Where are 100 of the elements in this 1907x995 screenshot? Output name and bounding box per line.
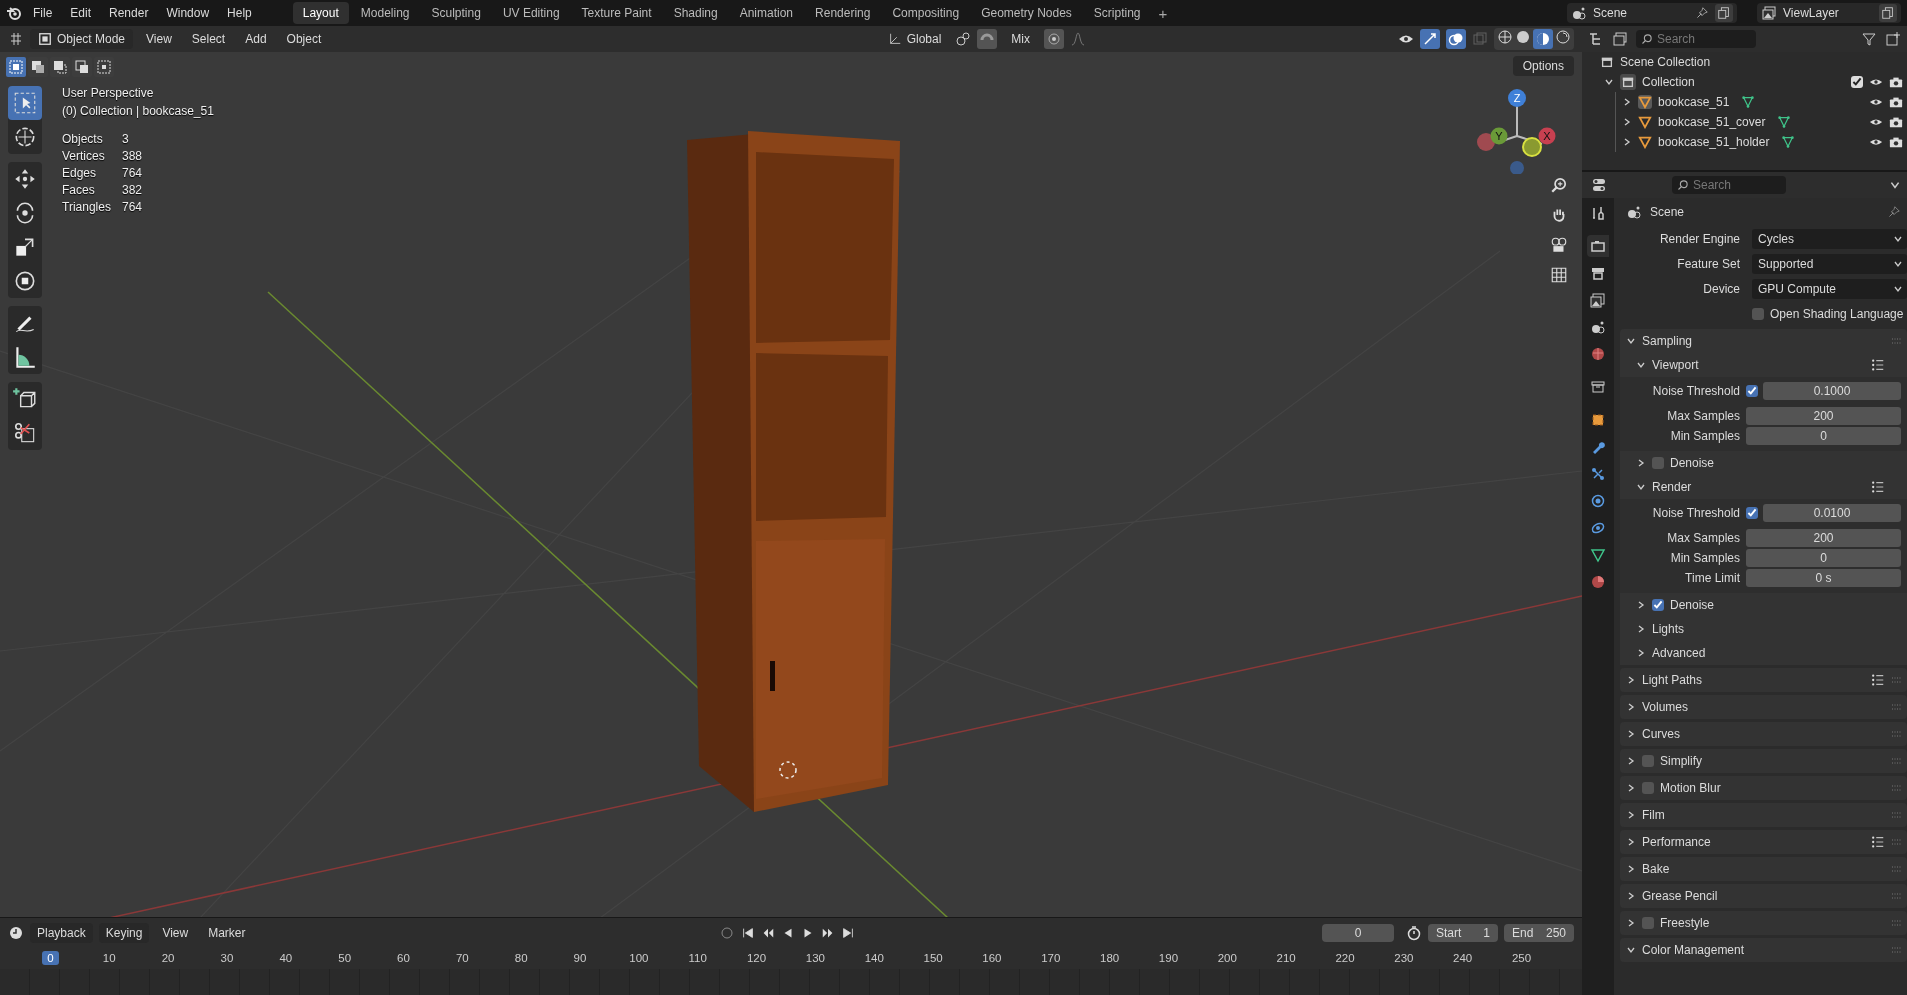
workspace-tab[interactable]: UV Editing [492, 2, 570, 24]
panel-title[interactable]: Bake [1642, 862, 1670, 876]
playhead-frame[interactable]: 0 [42, 951, 59, 965]
timeline-menu-item[interactable]: Keying [98, 922, 150, 943]
drag-handle-icon[interactable] [1891, 838, 1903, 846]
outliner-item[interactable]: bookcase_51_cover [1658, 115, 1766, 129]
camera-back-icon[interactable] [1587, 235, 1609, 257]
drag-handle-icon[interactable] [1891, 757, 1903, 765]
chevron-icon[interactable] [1626, 702, 1636, 712]
workspace-tab[interactable]: Texture Paint [571, 2, 662, 24]
number-field[interactable]: 200 [1746, 406, 1901, 425]
checkbox[interactable] [1642, 755, 1654, 767]
chevron-icon[interactable] [1636, 482, 1646, 492]
panel-title[interactable]: Simplify [1660, 754, 1702, 768]
checkbox[interactable] [1642, 917, 1654, 929]
proportional-edit-icon[interactable] [1044, 29, 1064, 49]
workspace-tab[interactable]: Compositing [882, 2, 970, 24]
chevron-icon[interactable] [1636, 360, 1646, 370]
drag-handle-icon[interactable] [1891, 676, 1903, 684]
select-box-icon[interactable] [8, 86, 42, 120]
outliner-item[interactable]: bookcase_51 [1658, 95, 1730, 109]
overlay-toggle-icon[interactable] [1446, 29, 1466, 49]
navigation-gizmo[interactable]: Z Y X [1472, 84, 1562, 174]
clock-editor-icon[interactable] [8, 924, 24, 941]
pin-icon[interactable] [1887, 205, 1901, 219]
drag-handle-icon[interactable] [1891, 703, 1903, 711]
material-shading-icon[interactable] [1533, 29, 1553, 49]
number-field[interactable]: 0.0100 [1763, 503, 1901, 522]
viewport-menu-item[interactable]: View [139, 29, 179, 49]
checkbox[interactable] [1652, 599, 1664, 611]
number-field[interactable]: 0 [1746, 548, 1901, 567]
preset-list-icon[interactable] [1871, 673, 1885, 687]
end-frame-field[interactable]: End 250 [1504, 923, 1574, 942]
preset-list-icon[interactable] [1871, 358, 1885, 372]
checkbox-label[interactable]: Open Shading Language [1770, 306, 1904, 321]
panel-title[interactable]: Film [1642, 808, 1665, 822]
timeline-menu-item[interactable]: Marker [201, 922, 253, 943]
gizmo-toggle-icon[interactable] [1420, 29, 1440, 49]
start-frame-field[interactable]: Start 1 [1428, 923, 1498, 942]
copy-icon[interactable] [1879, 4, 1897, 22]
record-icon[interactable] [719, 924, 736, 941]
chevron-icon[interactable] [1626, 675, 1636, 685]
properties-search-field[interactable]: Search [1672, 176, 1786, 194]
properties-editor-icon[interactable] [1592, 177, 1608, 193]
menu-item[interactable]: Render [102, 3, 156, 23]
camera-icon[interactable] [1889, 115, 1903, 129]
number-field[interactable]: 0 [1746, 426, 1901, 445]
magnet-icon[interactable] [977, 29, 998, 49]
falloff-curve-icon[interactable] [1070, 31, 1086, 47]
workspace-tab[interactable]: Sculpting [421, 2, 491, 24]
view-layer-selector[interactable]: ViewLayer [1757, 3, 1901, 23]
chevron-icon[interactable] [1636, 458, 1646, 468]
panel-title[interactable]: Performance [1642, 835, 1711, 849]
current-frame-field[interactable]: 0 [1322, 923, 1394, 942]
preset-list-icon[interactable] [1871, 835, 1885, 849]
drag-handle-icon[interactable] [1891, 865, 1903, 873]
jump-start-icon[interactable] [741, 925, 756, 940]
menu-item[interactable]: File [26, 3, 60, 23]
checkbox[interactable] [1746, 384, 1758, 397]
panel-title[interactable]: Light Paths [1642, 673, 1703, 687]
chevron-icon[interactable] [1626, 756, 1636, 766]
workspace-tab[interactable]: Rendering [805, 2, 881, 24]
panel-title[interactable]: Motion Blur [1660, 781, 1721, 795]
subpanel-title[interactable]: Viewport [1652, 358, 1699, 372]
outliner-item[interactable]: Scene Collection [1620, 55, 1711, 69]
checkbox[interactable] [1642, 782, 1654, 794]
pin-icon[interactable] [1695, 6, 1709, 20]
chevron-icon[interactable] [1636, 624, 1646, 634]
dropdown-field[interactable]: Cycles [1752, 228, 1907, 249]
panel-title[interactable]: Freestyle [1660, 916, 1710, 930]
display-mode-icon[interactable] [1612, 31, 1628, 47]
mode-dropdown[interactable]: Object Mode [30, 29, 134, 49]
blender-logo-icon[interactable] [6, 5, 22, 21]
chevron-icon[interactable] [1604, 77, 1614, 87]
editor-type-icon[interactable] [8, 31, 24, 47]
chevron-icon[interactable] [1626, 891, 1636, 901]
camera-icon[interactable] [1550, 236, 1568, 254]
subpanel-title[interactable]: Advanced [1652, 646, 1706, 660]
preset-list-icon[interactable] [1871, 480, 1885, 494]
workspace-tab[interactable]: Shading [663, 2, 728, 24]
drag-handle-icon[interactable] [1891, 811, 1903, 819]
chevron-icon[interactable] [1626, 945, 1636, 955]
scene-selector[interactable]: Scene [1567, 3, 1737, 23]
checkbox[interactable] [1746, 506, 1758, 519]
copy-icon[interactable] [1715, 4, 1733, 22]
workspace-tab[interactable]: Modeling [350, 2, 420, 24]
wireframe-shading-icon[interactable] [1497, 29, 1513, 45]
checkbox[interactable] [1652, 457, 1664, 469]
chevron-icon[interactable] [1626, 837, 1636, 847]
subpanel-title[interactable]: Denoise [1670, 456, 1715, 470]
panel-title[interactable]: Curves [1642, 727, 1680, 741]
chevron-icon[interactable] [1636, 600, 1646, 610]
timeline-menu-item[interactable]: View [155, 922, 196, 943]
menu-item[interactable]: Edit [63, 3, 99, 23]
outliner-item[interactable]: bookcase_51_holder [1658, 135, 1770, 149]
orientation-dropdown[interactable]: Global [879, 29, 950, 49]
chevron-icon[interactable] [1626, 864, 1636, 874]
dropdown-field[interactable]: GPU Compute [1752, 278, 1907, 299]
panel-title[interactable]: Volumes [1642, 700, 1689, 714]
drag-handle-icon[interactable] [1891, 919, 1903, 927]
